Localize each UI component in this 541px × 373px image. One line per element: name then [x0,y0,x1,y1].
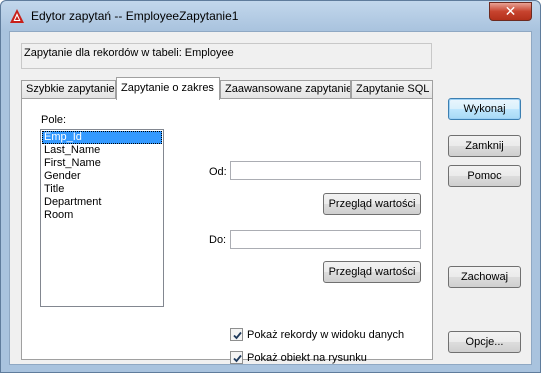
title-bar[interactable]: Edytor zapytań -- EmployeeZapytanie1 ✕ [1,1,540,31]
autocad-icon[interactable] [9,8,25,24]
close-window-button[interactable]: ✕ [489,2,532,21]
help-button[interactable]: Pomoc [448,165,521,187]
show-records-checkbox-row[interactable]: Pokaż rekordy w widoku danych [230,328,404,341]
checkmark-icon [233,331,242,340]
list-item[interactable]: Last_Name [42,144,162,157]
show-object-label: Pokaż obiekt na rysunku [247,351,367,364]
window-title: Edytor zapytań -- EmployeeZapytanie1 [31,9,239,23]
tab-advanced-query[interactable]: Zaawansowane zapytanie [220,80,351,99]
table-info-text: Zapytanie dla rekordów w tabeli: Employe… [24,47,234,59]
tab-range-query[interactable]: Zapytanie o zakres [116,77,220,100]
browse-from-button[interactable]: Przegląd wartości [323,193,421,215]
table-info-box: Zapytanie dla rekordów w tabeli: Employe… [21,43,432,69]
from-label: Od: [209,166,227,178]
close-button[interactable]: Zamknij [448,135,521,157]
dialog-body: Zapytanie dla rekordów w tabeli: Employe… [9,31,532,365]
to-input[interactable] [230,230,421,249]
field-listbox[interactable]: Emp_Id Last_Name First_Name Gender Title… [40,129,164,307]
list-item[interactable]: Title [42,183,162,196]
execute-button[interactable]: Wykonaj [448,98,521,120]
list-item[interactable]: Emp_Id [42,131,162,144]
range-query-panel: Pole: Emp_Id Last_Name First_Name Gender… [21,98,433,364]
button-label: Wykonaj [463,103,506,115]
to-label: Do: [209,234,227,246]
tab-label: Zapytanie SQL [356,83,430,95]
tab-label: Zaawansowane zapytanie [225,83,351,95]
tab-label: Szybkie zapytanie [26,83,115,95]
checkmark-icon [233,354,242,363]
show-object-checkbox[interactable] [230,351,243,364]
dialog-window: Edytor zapytań -- EmployeeZapytanie1 ✕ Z… [0,0,541,373]
from-input[interactable] [230,161,421,180]
options-button[interactable]: Opcje... [448,331,521,353]
button-label: Opcje... [465,336,504,348]
button-label: Przegląd wartości [328,266,416,278]
browse-to-button[interactable]: Przegląd wartości [323,261,421,283]
show-records-label: Pokaż rekordy w widoku danych [247,328,405,341]
close-icon: ✕ [504,3,517,20]
list-item[interactable]: First_Name [42,157,162,170]
field-label: Pole: [41,114,67,126]
button-label: Zamknij [465,140,504,152]
button-label: Przegląd wartości [328,198,416,210]
button-label: Pomoc [467,170,502,182]
tab-sql-query[interactable]: Zapytanie SQL [351,80,433,99]
list-item[interactable]: Department [42,196,162,209]
button-label: Zachowaj [460,271,509,283]
list-item[interactable]: Gender [42,170,162,183]
show-object-checkbox-row[interactable]: Pokaż obiekt na rysunku [230,351,367,364]
list-item[interactable]: Room [42,209,162,222]
show-records-checkbox[interactable] [230,328,243,341]
save-button[interactable]: Zachowaj [448,266,521,288]
tab-strip: Szybkie zapytanie Zapytanie o zakres Zaa… [21,77,433,100]
tab-label: Zapytanie o zakres [121,82,214,94]
tab-quick-query[interactable]: Szybkie zapytanie [21,80,116,99]
